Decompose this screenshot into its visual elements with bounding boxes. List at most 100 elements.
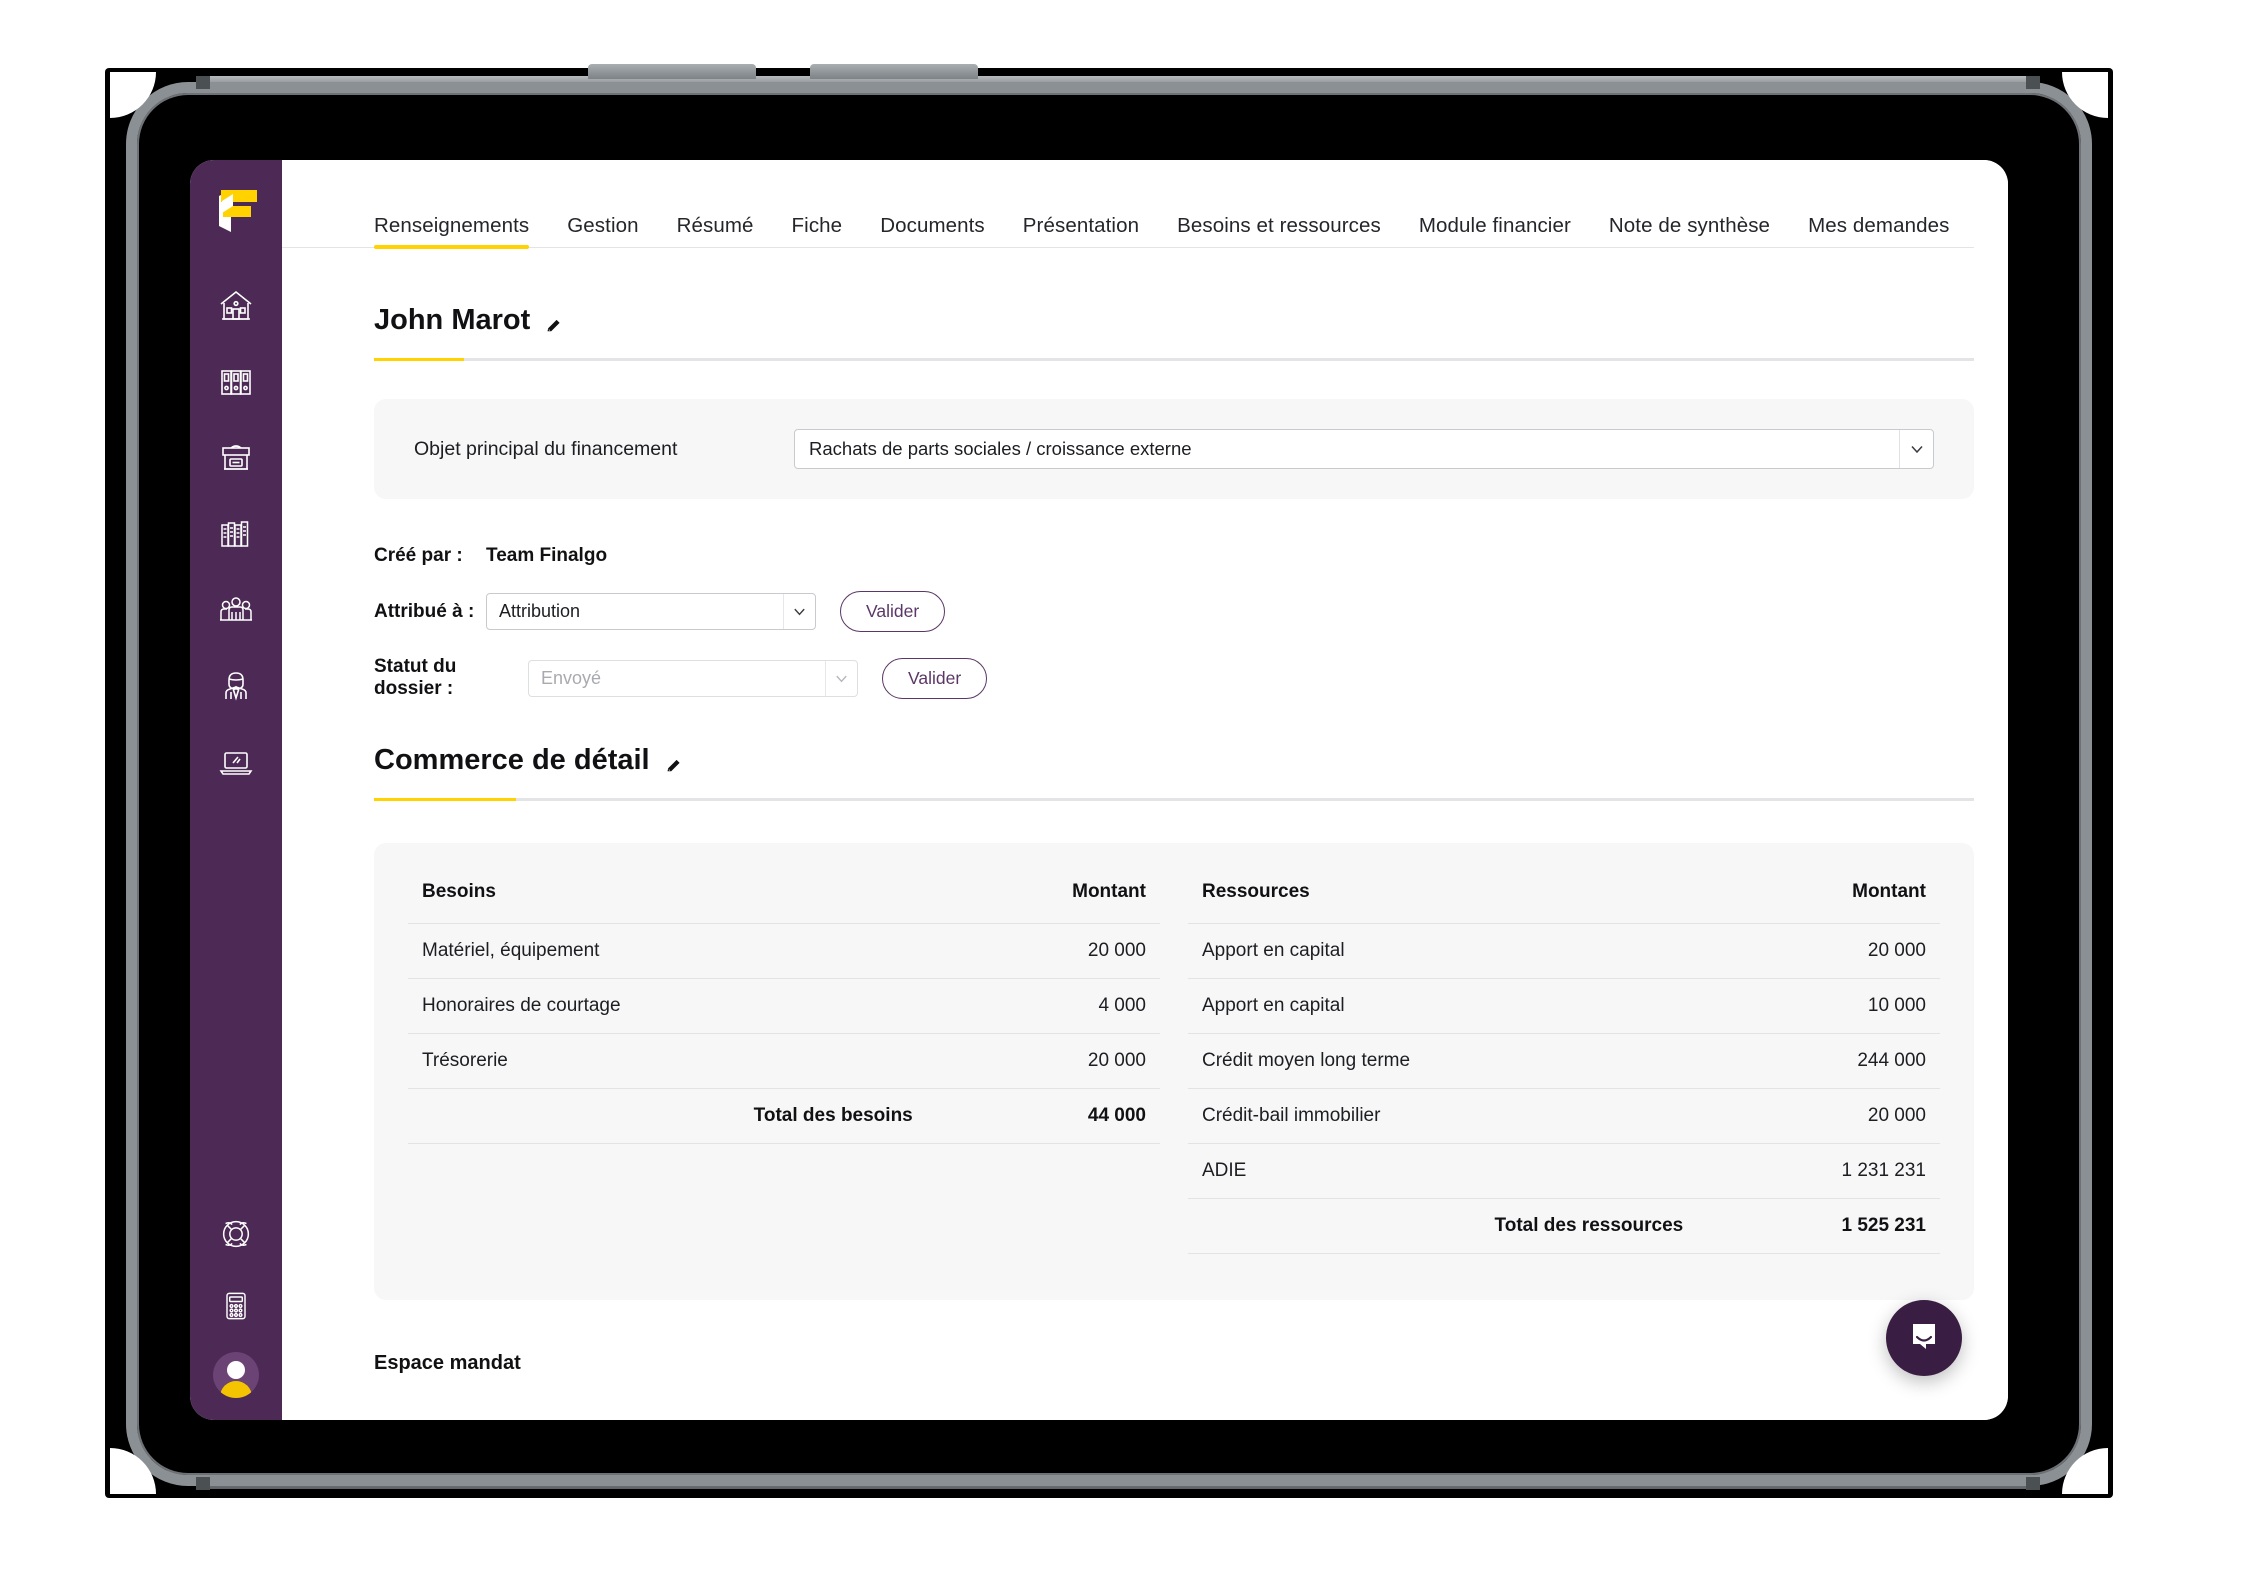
sidebar-nav <box>210 280 262 788</box>
tab-documents[interactable]: Documents <box>880 214 985 247</box>
ressources-row-label: Crédit moyen long terme <box>1188 1033 1698 1089</box>
table-row: ADIE 1 231 231 <box>1188 1143 1940 1199</box>
activity-underline <box>374 798 1974 801</box>
chevron-down-icon <box>783 594 815 629</box>
avatar-head-icon <box>227 1361 245 1379</box>
created-by-row: Créé par : Team Finalgo <box>374 545 2008 567</box>
assigned-to-row: Attribué à : Attribution Valider <box>374 591 2008 632</box>
ressources-row-label: ADIE <box>1188 1143 1698 1199</box>
tab-renseignements[interactable]: Renseignements <box>374 214 530 249</box>
ressources-row-label: Apport en capital <box>1188 978 1698 1034</box>
sidebar-item-home[interactable] <box>210 280 262 332</box>
assigned-to-select[interactable]: Attribution <box>486 593 816 630</box>
table-header-row: Besoins Montant <box>408 871 1160 924</box>
page-title: John Marot <box>374 304 564 337</box>
tab-note-de-synthese[interactable]: Note de synthèse <box>1609 214 1770 247</box>
created-by-value: Team Finalgo <box>486 545 608 566</box>
espace-mandat-heading: Espace mandat <box>374 1352 521 1374</box>
ressources-table: Ressources Montant Apport en capital 20 … <box>1188 871 1940 1254</box>
calculator-icon <box>218 1288 254 1324</box>
besoins-row-amount: 20 000 <box>926 923 1160 979</box>
sidebar-item-books[interactable] <box>210 508 262 560</box>
tab-resume[interactable]: Résumé <box>677 214 754 247</box>
laptop-icon <box>216 742 256 782</box>
tab-gestion[interactable]: Gestion <box>567 214 638 247</box>
archive-box-icon <box>216 438 256 478</box>
sidebar-item-binders[interactable] <box>210 356 262 408</box>
sidebar-item-archive[interactable] <box>210 432 262 484</box>
financing-select[interactable]: Rachats de parts sociales / croissance e… <box>794 429 1934 469</box>
besoins-row-amount: 4 000 <box>926 978 1160 1034</box>
ressources-row-label: Apport en capital <box>1188 923 1698 979</box>
activity-header: Commerce de détail <box>282 700 1974 801</box>
sidebar-item-tools[interactable] <box>210 736 262 788</box>
sidebar-item-help[interactable] <box>210 1208 262 1260</box>
avatar-body-icon <box>220 1381 252 1398</box>
antenna-line <box>2026 1477 2040 1490</box>
binders-icon <box>216 362 256 402</box>
books-icon <box>216 514 256 554</box>
tab-module-financier[interactable]: Module financier <box>1419 214 1571 247</box>
table-row: Apport en capital 10 000 <box>1188 978 1940 1034</box>
tab-besoins-et-ressources[interactable]: Besoins et ressources <box>1177 214 1381 247</box>
home-icon <box>216 286 256 326</box>
antenna-line <box>2026 76 2040 89</box>
table-row: Trésorerie 20 000 <box>408 1033 1160 1089</box>
sidebar-bottom-nav <box>190 1208 282 1398</box>
sidebar-item-teams[interactable] <box>210 584 262 636</box>
ressources-total-label: Total des ressources <box>1188 1198 1698 1254</box>
ressources-row-label: Crédit-bail immobilier <box>1188 1088 1698 1144</box>
table-row: Crédit moyen long terme 244 000 <box>1188 1033 1940 1089</box>
besoins-row-label: Honoraires de courtage <box>408 978 927 1034</box>
chevron-down-icon <box>825 660 857 696</box>
ressources-row-amount: 20 000 <box>1697 923 1940 979</box>
screenshot-scene: Renseignements Gestion Résumé Fiche Docu… <box>0 0 2255 1591</box>
finalgo-logo-icon[interactable] <box>209 182 263 240</box>
volume-up-button[interactable] <box>588 64 756 79</box>
chevron-down-icon <box>1899 430 1933 468</box>
ressources-column-header: Ressources <box>1188 871 1698 924</box>
pencil-icon[interactable] <box>544 311 564 331</box>
tab-presentation[interactable]: Présentation <box>1023 214 1139 247</box>
client-header: John Marot <box>282 248 1974 361</box>
table-row: Crédit-bail immobilier 20 000 <box>1188 1088 1940 1144</box>
assigned-to-label: Attribué à : <box>374 600 475 622</box>
besoins-amount-header: Montant <box>926 871 1160 924</box>
pencil-icon[interactable] <box>664 751 684 771</box>
created-by-label: Créé par : <box>374 545 463 566</box>
assigned-validate-button[interactable]: Valider <box>840 591 946 632</box>
tab-fiche[interactable]: Fiche <box>792 214 843 247</box>
person-tie-icon <box>216 666 256 706</box>
volume-down-button[interactable] <box>810 64 978 79</box>
sidebar-item-calculator[interactable] <box>210 1280 262 1332</box>
sidebar <box>190 160 282 1420</box>
group-people-icon <box>216 590 256 630</box>
main-content: Renseignements Gestion Résumé Fiche Docu… <box>282 160 2008 1420</box>
status-value: Envoyé <box>541 667 602 688</box>
besoins-column-header: Besoins <box>408 871 927 924</box>
financing-selected-value: Rachats de parts sociales / croissance e… <box>809 438 1192 459</box>
financing-panel: Objet principal du financement Rachats d… <box>374 399 1974 499</box>
table-row: Honoraires de courtage 4 000 <box>408 978 1160 1034</box>
chat-launcher-button[interactable] <box>1886 1300 1962 1376</box>
title-underline <box>374 358 1974 361</box>
status-validate-button[interactable]: Valider <box>882 657 988 699</box>
tab-bar: Renseignements Gestion Résumé Fiche Docu… <box>282 160 1974 249</box>
ressources-row-amount: 10 000 <box>1697 978 1940 1034</box>
ressources-total-row: Total des ressources 1 525 231 <box>1188 1198 1940 1254</box>
table-row: Matériel, équipement 20 000 <box>408 923 1160 979</box>
status-row: Statut du dossier : Envoyé Valider <box>374 656 2008 700</box>
status-select[interactable]: Envoyé <box>528 659 858 697</box>
besoins-total-label: Total des besoins <box>408 1088 927 1144</box>
table-row: Apport en capital 20 000 <box>1188 923 1940 979</box>
life-ring-icon <box>217 1215 255 1253</box>
dossier-meta: Créé par : Team Finalgo Attribué à : Att… <box>282 499 2008 700</box>
app-screen: Renseignements Gestion Résumé Fiche Docu… <box>190 160 2008 1420</box>
sidebar-item-advisor[interactable] <box>210 660 262 712</box>
besoins-table: Besoins Montant Matériel, équipement 20 … <box>408 871 1160 1254</box>
besoins-row-amount: 20 000 <box>926 1033 1160 1089</box>
avatar[interactable] <box>213 1352 259 1398</box>
tab-mes-demandes[interactable]: Mes demandes <box>1808 214 1949 247</box>
antenna-line <box>196 76 210 89</box>
besoins-total-amount: 44 000 <box>926 1088 1160 1144</box>
